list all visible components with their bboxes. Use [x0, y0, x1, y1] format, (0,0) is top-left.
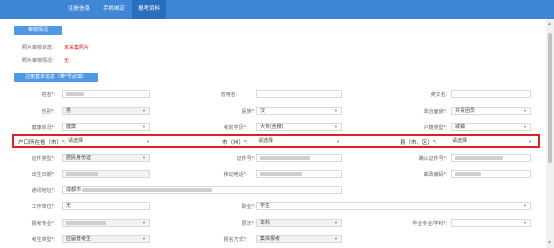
county-chevron-down-icon[interactable]: ▼: [528, 139, 532, 144]
scrollbar-thumb[interactable]: [548, 33, 552, 163]
education-select[interactable]: 大专(含肄) ▼: [256, 123, 342, 131]
birth-date-input[interactable]: [62, 170, 150, 178]
major-select[interactable]: ▼: [62, 219, 150, 227]
exam-type-label: 考生类型*:: [31, 237, 55, 243]
work-unit-label: 工作单位*:: [31, 204, 55, 210]
province-label: 户口所在省（市）*:: [18, 140, 66, 146]
county-select[interactable]: 请选择: [452, 137, 528, 145]
confirm-id-label: 确认证件号*:: [418, 156, 447, 162]
education-label: 考前学历*:: [223, 125, 247, 131]
scroll-down-arrow-icon[interactable]: ▼: [547, 240, 552, 246]
city-chevron-down-icon[interactable]: ▼: [336, 139, 340, 144]
id-type-label: 证件类型*:: [31, 156, 55, 162]
top-nav-bar: 注册信息 手机绑定 报考资料: [0, 0, 554, 19]
level-label: 层次*:: [241, 221, 255, 227]
mobile-input[interactable]: [256, 170, 342, 178]
cert-major-label: 毕业专业/学科*:: [412, 221, 447, 227]
city-select[interactable]: 请选择: [258, 137, 338, 145]
photo-status-value: 未采集照片: [64, 45, 90, 51]
english-name-input[interactable]: [451, 90, 531, 98]
cert-major-select[interactable]: ▼: [451, 219, 531, 227]
exam-type-select[interactable]: 应届普考生 ▼: [62, 235, 150, 243]
name-label: 姓名*:: [41, 92, 55, 98]
used-name-input[interactable]: [256, 90, 342, 98]
vertical-scrollbar[interactable]: ▲ ▼: [546, 19, 554, 248]
id-number-label: 证件号*:: [236, 156, 255, 162]
photo-reason-label: 照片审核情况:: [22, 58, 54, 64]
gender-select[interactable]: 男 ▼: [62, 107, 150, 115]
id-number-input[interactable]: [256, 154, 342, 162]
exam-category-label: 报名方式*:: [223, 237, 247, 243]
hukou-type-label: 户籍类型*:: [423, 125, 447, 131]
ethnicity-label: 民族*:: [241, 109, 255, 115]
postcode-input[interactable]: [451, 170, 531, 178]
photo-status-label: 照片审核状态:: [22, 45, 54, 51]
level-select[interactable]: 本科 ▼: [256, 219, 342, 227]
basic-info-section-button[interactable]: 注册基本信息（带*号必填）: [14, 73, 98, 82]
work-unit-input[interactable]: 无: [62, 202, 150, 210]
tab-phone-binding[interactable]: 手机绑定: [98, 0, 130, 19]
province-select[interactable]: 请选择: [68, 137, 148, 145]
audit-status-button[interactable]: 审核情况: [14, 26, 62, 35]
health-select[interactable]: 健康 ▼: [62, 123, 150, 131]
address-input[interactable]: 成都市: [62, 186, 342, 194]
major-label: 报考专业*:: [31, 221, 55, 227]
birth-date-label: 出生日期*:: [31, 172, 55, 178]
health-label: 健康状况*:: [31, 125, 55, 131]
id-type-select[interactable]: 居民身份证 ▼: [62, 154, 150, 162]
occupation-label: 职业*:: [241, 204, 255, 210]
gender-label: 性别*:: [41, 109, 55, 115]
used-name-label: 曾用名:: [220, 92, 237, 98]
county-label: 县（市、区）*:: [400, 140, 437, 146]
confirm-id-input[interactable]: [451, 154, 531, 162]
address-label: 通讯地址*:: [31, 188, 55, 194]
postcode-label: 邮政编码*:: [423, 172, 447, 178]
occupation-select[interactable]: 学生 ▼: [256, 202, 531, 210]
tab-exam-info[interactable]: 报考资料: [132, 0, 166, 19]
ethnicity-select[interactable]: 汉 ▼: [256, 107, 342, 115]
tab-registration-info[interactable]: 注册信息: [62, 0, 96, 19]
city-label: 市（州）*:: [222, 140, 248, 146]
political-status-label: 政治面貌*:: [423, 109, 447, 115]
scroll-up-arrow-icon[interactable]: ▲: [547, 21, 552, 27]
photo-reason-value: 无: [64, 58, 70, 64]
english-name-label: 英文名:: [430, 92, 447, 98]
mobile-label: 移动电话*:: [223, 172, 247, 178]
political-status-select[interactable]: 共青团员 ▼: [451, 107, 531, 115]
province-chevron-down-icon[interactable]: ▼: [146, 139, 150, 144]
exam-category-select[interactable]: 集体报考 ▼: [256, 235, 342, 243]
hukou-type-select[interactable]: 城镇 ▼: [451, 123, 531, 131]
name-input[interactable]: [62, 90, 150, 98]
